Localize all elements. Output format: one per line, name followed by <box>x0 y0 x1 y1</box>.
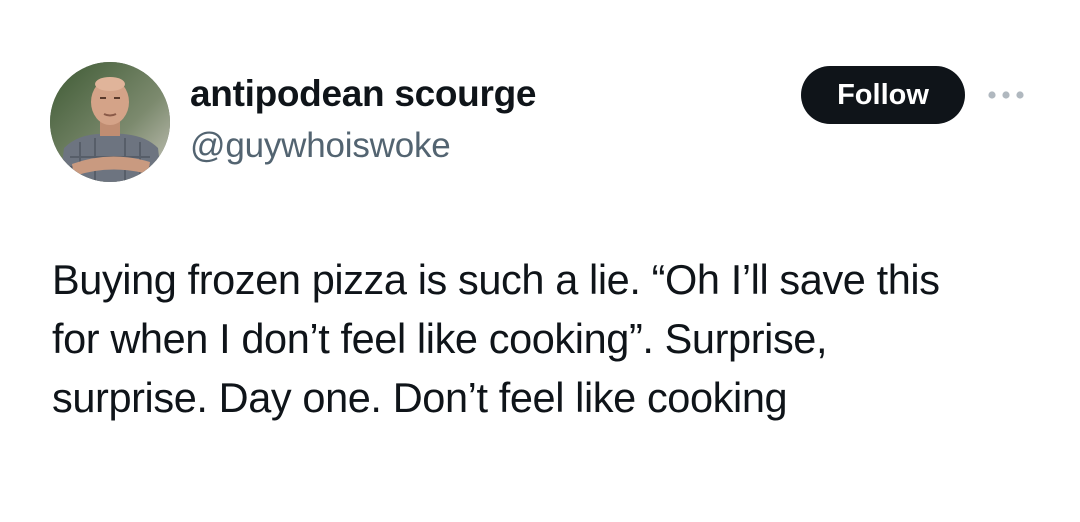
follow-button[interactable]: Follow <box>801 66 965 124</box>
tweet-text-line: surprise. Day one. Don’t feel like cooki… <box>52 374 788 421</box>
more-horizontal-icon <box>988 91 1024 99</box>
avatar-photo <box>50 62 170 182</box>
follow-button-label: Follow <box>837 78 929 111</box>
tweet-text-line: Buying frozen pizza is such a lie. “Oh I… <box>52 256 940 303</box>
author-display-name[interactable]: antipodean scourge <box>190 73 536 115</box>
tweet-text-line: for when I don’t feel like cooking”. Sur… <box>52 315 828 362</box>
tweet-text: Buying frozen pizza is such a lie. “Oh I… <box>52 250 1052 427</box>
tweet-card: antipodean scourge @guywhoiswoke Follow … <box>0 0 1080 522</box>
more-options-button[interactable] <box>984 80 1028 110</box>
avatar[interactable] <box>50 62 170 182</box>
author-handle[interactable]: @guywhoiswoke <box>190 126 451 166</box>
